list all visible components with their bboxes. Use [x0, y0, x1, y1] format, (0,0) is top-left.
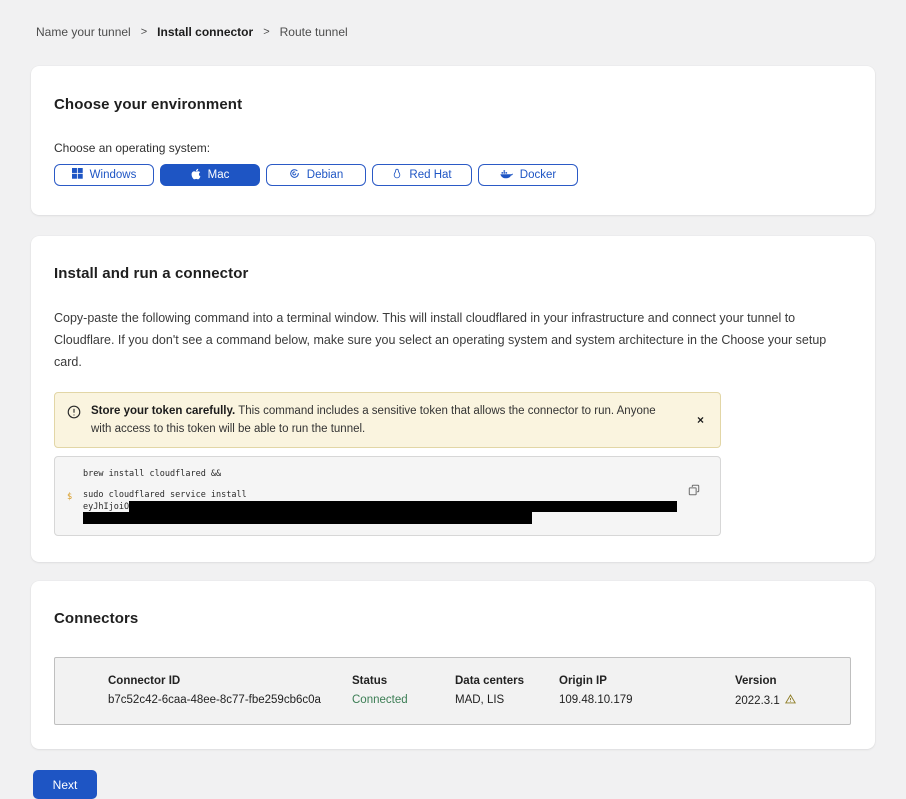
connector-id-value: b7c52c42-6caa-48ee-8c77-fbe259cb6c0a — [108, 694, 352, 707]
redhat-icon — [392, 168, 402, 183]
debian-icon — [289, 168, 300, 182]
column-header-version: Version — [735, 675, 850, 687]
token-warning-banner: Store your token carefully. This command… — [54, 392, 721, 449]
install-connector-title: Install and run a connector — [54, 265, 851, 282]
os-button-mac[interactable]: Mac — [160, 164, 260, 186]
os-button-label: Mac — [208, 169, 230, 181]
column-header-data-centers: Data centers — [455, 675, 559, 687]
os-select-label: Choose an operating system: — [54, 141, 851, 155]
environment-card-title: Choose your environment — [54, 96, 851, 113]
os-button-label: Windows — [90, 169, 137, 181]
close-icon[interactable]: × — [693, 413, 708, 427]
copy-icon[interactable] — [688, 484, 700, 499]
install-command-code-block[interactable]: brew install cloudflared && $ sudo cloud… — [54, 456, 721, 536]
breadcrumb: Name your tunnel > Install connector > R… — [0, 0, 906, 39]
code-line-token: eyJhIjoiO — [83, 501, 720, 512]
os-button-docker[interactable]: Docker — [478, 164, 578, 186]
os-button-label: Red Hat — [409, 169, 451, 181]
token-warning-text: Store your token carefully. This command… — [91, 402, 677, 439]
code-line-sudo: sudo cloudflared service install — [83, 490, 720, 500]
breadcrumb-separator: > — [141, 26, 147, 38]
shell-prompt: $ — [67, 492, 72, 502]
alert-circle-icon — [67, 405, 81, 425]
os-button-label: Debian — [307, 169, 343, 181]
redacted-token-bar — [129, 501, 677, 512]
data-centers-value: MAD, LIS — [455, 694, 559, 707]
os-button-redhat[interactable]: Red Hat — [372, 164, 472, 186]
breadcrumb-install-connector[interactable]: Install connector — [157, 25, 253, 39]
connectors-table: Connector ID Status Data centers Origin … — [54, 657, 851, 725]
version-value: 2022.3.1 — [735, 694, 850, 707]
install-connector-description: Copy-paste the following command into a … — [54, 308, 851, 374]
version-number: 2022.3.1 — [735, 695, 780, 707]
connectors-card: Connectors Connector ID Status Data cent… — [31, 581, 875, 749]
os-button-group: Windows Mac Debian Red Hat Docker — [54, 164, 851, 186]
redacted-token-bar — [83, 512, 532, 524]
environment-card: Choose your environment Choose an operat… — [31, 66, 875, 215]
docker-icon — [500, 169, 513, 182]
column-header-connector-id: Connector ID — [108, 675, 352, 687]
os-button-debian[interactable]: Debian — [266, 164, 366, 186]
connectors-title: Connectors — [54, 610, 851, 627]
version-warning-icon[interactable] — [785, 694, 796, 707]
code-line-brew: brew install cloudflared && — [83, 469, 720, 479]
token-prefix: eyJhIjoiO — [83, 502, 129, 512]
origin-ip-value: 109.48.10.179 — [559, 694, 735, 707]
token-warning-title: Store your token carefully. — [91, 405, 235, 417]
breadcrumb-route-tunnel[interactable]: Route tunnel — [280, 25, 348, 39]
breadcrumb-separator: > — [263, 26, 269, 38]
os-button-label: Docker — [520, 169, 556, 181]
column-header-origin-ip: Origin IP — [559, 675, 735, 687]
table-header-row: Connector ID Status Data centers Origin … — [108, 675, 850, 687]
breadcrumb-name-your-tunnel[interactable]: Name your tunnel — [36, 25, 131, 39]
windows-icon — [72, 168, 83, 182]
table-row: b7c52c42-6caa-48ee-8c77-fbe259cb6c0a Con… — [108, 694, 850, 707]
install-connector-card: Install and run a connector Copy-paste t… — [31, 236, 875, 562]
next-button[interactable]: Next — [33, 770, 97, 799]
column-header-status: Status — [352, 675, 455, 687]
os-button-windows[interactable]: Windows — [54, 164, 154, 186]
status-badge: Connected — [352, 694, 455, 707]
apple-icon — [191, 168, 201, 183]
